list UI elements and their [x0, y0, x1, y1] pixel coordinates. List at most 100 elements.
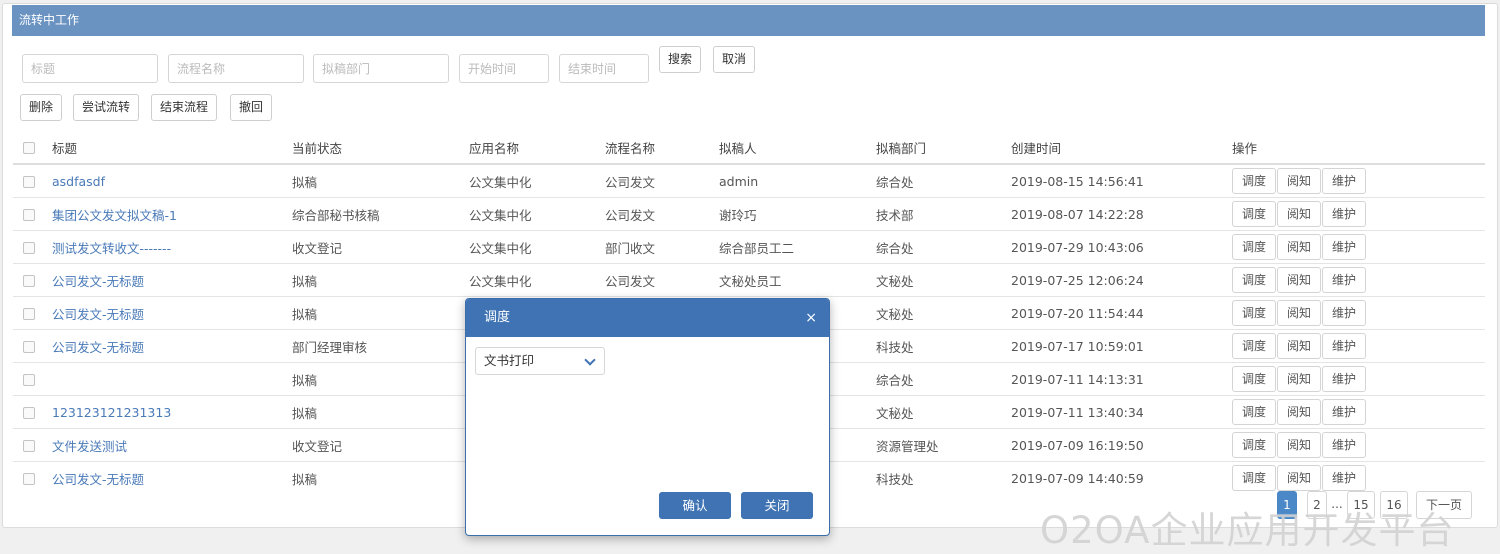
row-status: 拟稿 — [292, 362, 469, 396]
row-status: 拟稿 — [292, 395, 469, 429]
row-checkbox[interactable] — [23, 374, 35, 386]
panel-title: 流转中工作 — [12, 5, 1485, 36]
row-app-name: 公文集中化 — [469, 230, 605, 264]
row-created-time: 2019-07-29 10:43:06 — [1011, 230, 1232, 264]
table-row: asdfasdf 拟稿 公文集中化 公司发文 admin 综合处 2019-08-15 14… — [13, 163, 1485, 198]
watermark: O2OA企业应用开发平台 — [1040, 509, 1455, 552]
maintain-button[interactable]: 维护 — [1322, 465, 1367, 491]
read-notify-button[interactable]: 阅知 — [1277, 465, 1322, 491]
column-header-process: 流程名称 — [605, 131, 719, 165]
maintain-button[interactable]: 维护 — [1322, 234, 1367, 260]
dispatch-button[interactable]: 调度 — [1232, 201, 1277, 227]
row-status: 拟稿 — [292, 461, 469, 494]
dispatch-dialog: 调度 × 文书打印 确认 关闭 — [465, 298, 830, 536]
dispatch-button[interactable]: 调度 — [1232, 399, 1277, 425]
row-checkbox[interactable] — [23, 308, 35, 320]
maintain-button[interactable]: 维护 — [1322, 300, 1367, 326]
dispatch-select-value: 文书打印 — [484, 353, 535, 368]
revoke-button[interactable]: 撤回 — [230, 94, 273, 121]
maintain-button[interactable]: 维护 — [1322, 432, 1367, 458]
dispatch-button[interactable]: 调度 — [1232, 432, 1277, 458]
maintain-button[interactable]: 维护 — [1322, 201, 1367, 227]
row-created-time: 2019-07-09 16:19:50 — [1011, 428, 1232, 462]
row-checkbox[interactable] — [23, 440, 35, 452]
row-title-link[interactable]: asdfasdf — [52, 174, 105, 189]
column-header-status: 当前状态 — [292, 131, 469, 165]
row-checkbox[interactable] — [23, 209, 35, 221]
row-title-link[interactable]: 123123121231313 — [52, 405, 171, 420]
column-header-created: 创建时间 — [1011, 131, 1232, 165]
dispatch-select[interactable]: 文书打印 — [475, 347, 605, 375]
read-notify-button[interactable]: 阅知 — [1277, 366, 1322, 392]
try-flow-button[interactable]: 尝试流转 — [73, 94, 140, 121]
row-dept: 文秘处 — [876, 395, 1011, 429]
dispatch-button[interactable]: 调度 — [1232, 267, 1277, 293]
row-checkbox[interactable] — [23, 407, 35, 419]
table-row: 公司发文-无标题 拟稿 公文集中化 公司发文 文秘处员工 文秘处 2019-07-25 12… — [13, 263, 1485, 297]
dispatch-button[interactable]: 调度 — [1232, 333, 1277, 359]
close-button[interactable]: 关闭 — [741, 492, 813, 519]
end-flow-button[interactable]: 结束流程 — [151, 94, 218, 121]
dispatch-button[interactable]: 调度 — [1232, 465, 1277, 491]
row-app-name: 公文集中化 — [469, 197, 605, 231]
row-dept: 综合处 — [876, 362, 1011, 396]
column-header-title: 标题 — [52, 131, 292, 165]
search-button[interactable]: 搜索 — [659, 46, 702, 73]
maintain-button[interactable]: 维护 — [1322, 399, 1367, 425]
row-title-link[interactable]: 文件发送测试 — [52, 439, 127, 454]
row-created-time: 2019-07-17 10:59:01 — [1011, 329, 1232, 363]
row-process-name: 公司发文 — [605, 197, 719, 231]
row-title-link[interactable]: 公司发文-无标题 — [52, 274, 144, 289]
row-checkbox[interactable] — [23, 341, 35, 353]
maintain-button[interactable]: 维护 — [1322, 168, 1367, 194]
dept-filter-input[interactable] — [313, 54, 449, 83]
select-all-checkbox[interactable] — [23, 142, 35, 154]
row-checkbox[interactable] — [23, 176, 35, 188]
row-created-time: 2019-07-09 14:40:59 — [1011, 461, 1232, 494]
confirm-button[interactable]: 确认 — [659, 492, 731, 519]
row-title-link[interactable]: 公司发文-无标题 — [52, 340, 144, 355]
delete-button[interactable]: 删除 — [20, 94, 63, 121]
dispatch-button[interactable]: 调度 — [1232, 168, 1277, 194]
column-header-dept: 拟稿部门 — [876, 131, 1011, 165]
dispatch-button[interactable]: 调度 — [1232, 300, 1277, 326]
maintain-button[interactable]: 维护 — [1322, 267, 1367, 293]
row-process-name: 公司发文 — [605, 263, 719, 297]
read-notify-button[interactable]: 阅知 — [1277, 267, 1322, 293]
process-filter-input[interactable] — [168, 54, 304, 83]
read-notify-button[interactable]: 阅知 — [1277, 333, 1322, 359]
maintain-button[interactable]: 维护 — [1322, 333, 1367, 359]
read-notify-button[interactable]: 阅知 — [1277, 234, 1322, 260]
end-time-input[interactable] — [559, 54, 649, 83]
row-dept: 文秘处 — [876, 296, 1011, 330]
read-notify-button[interactable]: 阅知 — [1277, 168, 1322, 194]
read-notify-button[interactable]: 阅知 — [1277, 399, 1322, 425]
row-app-name: 公文集中化 — [469, 163, 605, 198]
row-title-link[interactable]: 公司发文-无标题 — [52, 472, 144, 487]
close-icon[interactable]: × — [805, 299, 817, 337]
read-notify-button[interactable]: 阅知 — [1277, 432, 1322, 458]
table-row: 测试发文转收文------- 收文登记 公文集中化 部门收文 综合部员工二 综合处 2019… — [13, 230, 1485, 264]
cancel-button[interactable]: 取消 — [713, 46, 756, 73]
row-drafter: admin — [719, 163, 876, 198]
row-checkbox[interactable] — [23, 473, 35, 485]
dispatch-button[interactable]: 调度 — [1232, 366, 1277, 392]
dispatch-button[interactable]: 调度 — [1232, 234, 1277, 260]
row-title-link[interactable]: 集团公文发文拟文稿-1 — [52, 208, 177, 223]
row-title-link[interactable]: 测试发文转收文------- — [52, 241, 171, 256]
table-row: 集团公文发文拟文稿-1 综合部秘书核稿 公文集中化 公司发文 谢玲巧 技术部 2019-08… — [13, 197, 1485, 231]
row-status: 收文登记 — [292, 428, 469, 462]
row-checkbox[interactable] — [23, 275, 35, 287]
row-checkbox[interactable] — [23, 242, 35, 254]
row-title-link[interactable]: 公司发文-无标题 — [52, 307, 144, 322]
read-notify-button[interactable]: 阅知 — [1277, 201, 1322, 227]
title-filter-input[interactable] — [22, 54, 158, 83]
row-status: 拟稿 — [292, 263, 469, 297]
start-time-input[interactable] — [459, 54, 549, 83]
maintain-button[interactable]: 维护 — [1322, 366, 1367, 392]
row-drafter: 综合部员工二 — [719, 230, 876, 264]
table-header-row: 标题 当前状态 应用名称 流程名称 拟稿人 拟稿部门 创建时间 操作 — [13, 131, 1485, 165]
row-status: 收文登记 — [292, 230, 469, 264]
read-notify-button[interactable]: 阅知 — [1277, 300, 1322, 326]
chevron-down-icon — [584, 354, 596, 366]
